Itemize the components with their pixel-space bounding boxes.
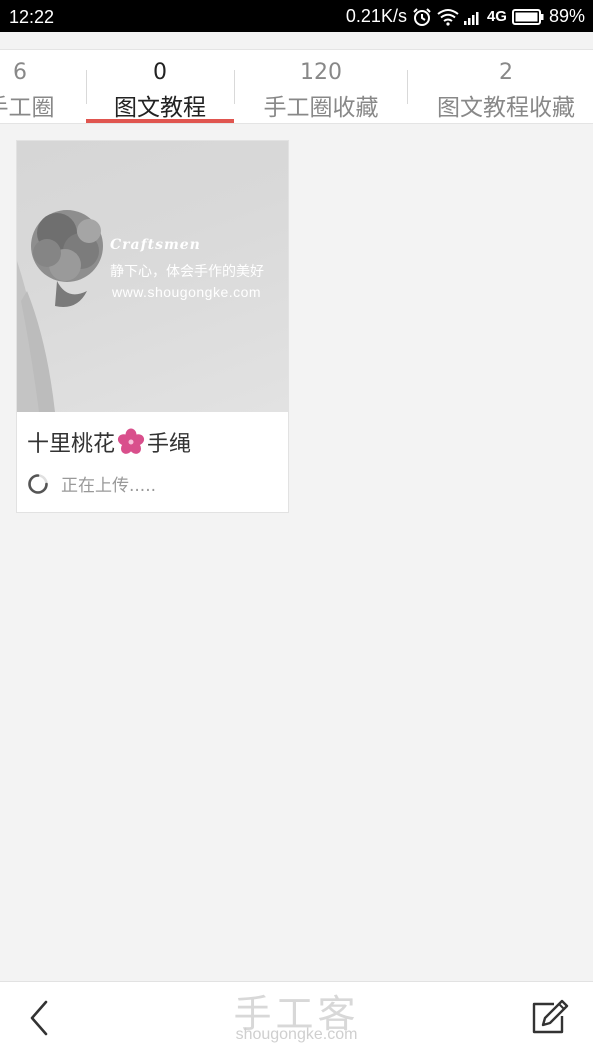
loading-spinner-icon [28,473,48,494]
tab-count: 0 [153,60,167,85]
bottom-nav-bar: 手工客 shougongke.com [0,981,593,1054]
upload-status-text: 正在上传..... [61,476,157,496]
tab-count: 6 [13,60,27,85]
status-indicators: 0.21K/s 4G 89% [346,6,585,27]
network-type: 4G [486,8,507,25]
tab-label: 手工圈收藏 [263,95,379,121]
cover-brand-text: Craftsmen [110,237,201,253]
tutorial-card[interactable]: Craftsmen 静下心，体会手作的美好 www.shougongke.com… [16,140,289,513]
cherry-blossom-icon [117,428,145,454]
battery-level: 89% [548,6,585,26]
tab-count: 2 [499,60,513,85]
tab-count: 120 [300,60,342,85]
wifi-icon [437,8,459,26]
status-bar: 12:22 0.21K/s 4G 89% [0,0,593,32]
watermark-site-text: shougongke.com [235,1026,358,1043]
cover-site-text: www.shougongke.com [112,284,262,300]
cover-slogan-text: 静下心，体会手作的美好 [110,264,264,280]
tab-circle-favorites[interactable]: 120 手工圈收藏 [234,50,408,123]
tab-label: 手工圈 [0,95,55,121]
edit-icon [532,999,569,1034]
profile-tab-bar: 6 手工圈 0 图文教程 120 手工圈收藏 2 图文教程收藏 [0,49,593,124]
tab-tutorials[interactable]: 0 图文教程 [86,50,234,123]
tab-label: 图文教程收藏 [437,95,575,121]
signal-icon [463,11,479,25]
tab-handcraft-circle[interactable]: 6 手工圈 [0,50,70,123]
battery-icon [511,8,544,25]
alarm-icon [413,7,431,26]
network-speed: 0.21K/s [345,6,407,26]
card-cover-image: Craftsmen 静下心，体会手作的美好 www.shougongke.com [17,141,288,412]
tab-tutorial-favorites[interactable]: 2 图文教程收藏 [408,50,593,123]
compose-button[interactable] [528,998,572,1038]
active-tab-indicator [86,119,234,123]
tab-label: 图文教程 [114,95,206,121]
card-title-text: 手绳 [147,432,192,457]
upload-status: 正在上传..... [27,471,156,496]
top-spacer [0,32,593,49]
card-title: 十里桃花 手绳 [27,426,191,458]
card-title-text: 十里桃花 [27,432,116,457]
status-time: 12:22 [9,7,55,27]
